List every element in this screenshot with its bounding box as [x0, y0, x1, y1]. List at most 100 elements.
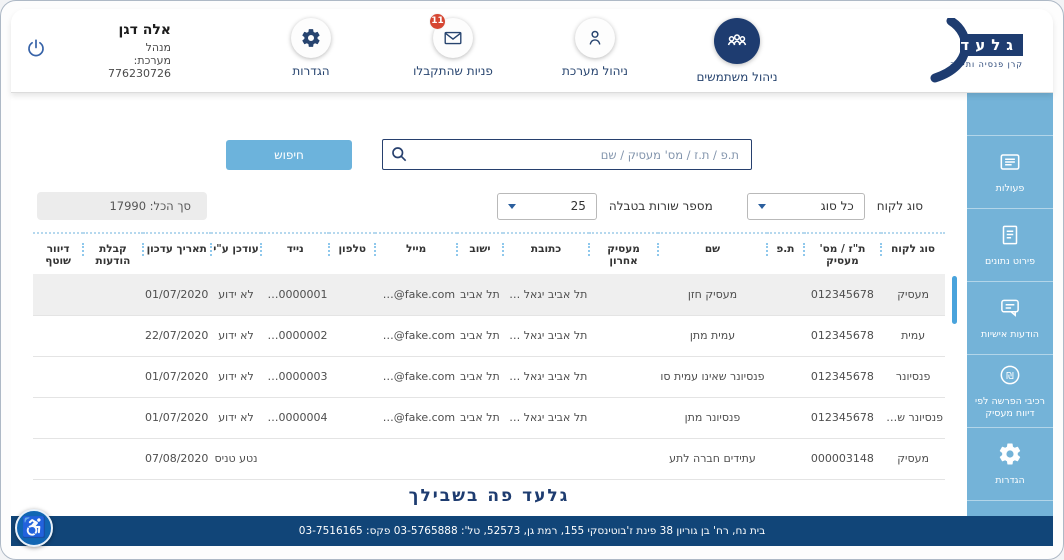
gear-icon — [291, 18, 331, 58]
table-cell — [33, 315, 83, 356]
table-row[interactable]: מעסיק012345678מעסיק חזןתל אביב יגאל אלון… — [33, 274, 945, 315]
sidebar-item-contribution-components[interactable]: ₪ רכיבי הפרשה לפי דיווח מעסיק — [967, 354, 1053, 427]
gear-icon — [997, 441, 1023, 471]
table-row[interactable]: עמית012345678עמית מתןתל אביב יגאל אלון 5… — [33, 315, 945, 356]
sidebar-item-actions[interactable]: פעולות — [967, 135, 1053, 208]
table-cell — [329, 356, 375, 397]
table-row[interactable]: פנסיונר012345678פנסיונר שאינו עמית סותל … — [33, 356, 945, 397]
svg-text:₪: ₪ — [1006, 370, 1014, 381]
table-cell: fake@fake.com — [375, 356, 457, 397]
nav-user-management[interactable]: ניהול משתמשים — [689, 18, 785, 84]
column-header[interactable]: מעסיק אחרון — [589, 233, 657, 274]
logo[interactable]: גלעד קרן פנסיה ותיקה — [915, 18, 1027, 84]
column-header[interactable]: ת.פ — [767, 233, 803, 274]
customer-type-label: סוג לקוח — [877, 199, 923, 213]
user-info: אלה דגן מנהל מערכת: 776230726 — [108, 22, 171, 80]
sidebar-item-label: הודעות אישיות — [978, 329, 1042, 341]
table-cell — [33, 397, 83, 438]
envelope-icon: 11 — [433, 18, 473, 58]
table-cell: לא ידוע — [211, 274, 261, 315]
nav-label: ניהול מערכת — [562, 64, 628, 78]
table-cell: 0500000001 — [261, 274, 329, 315]
sidebar-item-data-details[interactable]: פירוט נתונים — [967, 208, 1053, 281]
table-cell — [457, 438, 503, 479]
table-cell: עמית — [881, 315, 945, 356]
table-cell: לא ידוע — [211, 315, 261, 356]
table-cell — [329, 315, 375, 356]
side-menu: פעולות פירוט נתונים — [967, 93, 1053, 516]
rows-per-page-label: מספר שורות בטבלה — [609, 199, 713, 213]
table-cell — [83, 438, 142, 479]
customer-type-select[interactable]: כל סוג — [747, 193, 865, 220]
table-cell: תל אביב יגאל אלון 5 — [503, 397, 590, 438]
table-cell: 000003148 — [804, 438, 882, 479]
search-row: חיפוש — [33, 139, 945, 170]
nav-system-management[interactable]: ניהול מערכת — [547, 18, 643, 78]
table-cell: מעסיק חזן — [658, 274, 767, 315]
table-cell: 0500000002 — [261, 315, 329, 356]
user-role: מנהל מערכת: 776230726 — [108, 41, 171, 80]
table-cell: תל אביב — [457, 397, 503, 438]
inbox-badge: 11 — [429, 13, 446, 30]
sidebar-filler — [967, 500, 1053, 516]
data-details-icon — [997, 222, 1023, 252]
table-cell: פנסיונר — [881, 356, 945, 397]
table-cell — [503, 438, 590, 479]
search-box — [382, 139, 752, 170]
table-cell: 22/07/2020 — [143, 315, 211, 356]
accessibility-button[interactable]: ♿ — [15, 509, 53, 547]
sidebar-item-label: פעולות — [993, 183, 1028, 195]
person-icon — [575, 18, 615, 58]
table-cell: fake@fake.com — [375, 315, 457, 356]
column-header[interactable]: מייל — [375, 233, 457, 274]
table-cell — [375, 438, 457, 479]
table-cell: תל אביב — [457, 315, 503, 356]
rows-per-page-select[interactable]: 25 — [497, 193, 597, 220]
column-header[interactable]: שם — [658, 233, 767, 274]
table-row[interactable]: מעסיק000003148עתידים חברה לתענטע טניס07/… — [33, 438, 945, 479]
column-header[interactable]: ישוב — [457, 233, 503, 274]
table-scrollbar[interactable] — [952, 276, 957, 324]
power-icon — [24, 49, 48, 64]
column-header[interactable]: תאריך עדכון — [143, 233, 211, 274]
sidebar-item-personal-messages[interactable]: הודעות אישיות — [967, 281, 1053, 354]
customers-table: סוג לקוחת"ז / מס' מעסיקת.פשםמעסיק אחרוןכ… — [33, 232, 945, 480]
search-button[interactable]: חיפוש — [226, 140, 352, 170]
table-cell: 07/08/2020 — [143, 438, 211, 479]
table-cell: 012345678 — [804, 356, 882, 397]
table-cell: לא ידוע — [211, 397, 261, 438]
column-header[interactable]: נייד — [261, 233, 329, 274]
column-header[interactable]: כתובת — [503, 233, 590, 274]
nav-settings[interactable]: הגדרות — [263, 18, 359, 78]
column-header[interactable]: עודכן ע"י — [211, 233, 261, 274]
table-cell: נטע טניס — [211, 438, 261, 479]
logout-button[interactable] — [24, 37, 48, 64]
table-row[interactable]: פנסיונר שאינו עמית012345678פנסיונר מתןתל… — [33, 397, 945, 438]
column-header[interactable]: ת"ז / מס' מעסיק — [804, 233, 882, 274]
table-cell: עמית מתן — [658, 315, 767, 356]
logo-subtitle: קרן פנסיה ותיקה — [950, 60, 1023, 69]
table-cell: תל אביב — [457, 356, 503, 397]
user-name: אלה דגן — [108, 22, 171, 38]
rows-per-page-value: 25 — [571, 199, 586, 213]
nav-received-inquiries[interactable]: 11 פניות שהתקבלו — [405, 18, 501, 78]
nav-label: ניהול משתמשים — [696, 70, 777, 84]
table-cell — [767, 315, 803, 356]
table-cell: לא ידוע — [211, 356, 261, 397]
column-header[interactable]: סוג לקוח — [881, 233, 945, 274]
column-header[interactable]: קבלת הודעות — [83, 233, 142, 274]
table-cell — [33, 356, 83, 397]
column-header[interactable]: דיוור שוטף — [33, 233, 83, 274]
table-cell — [83, 397, 142, 438]
table-cell: fake@fake.com — [375, 274, 457, 315]
footer-address: בית נח, רח' בן גוריון 38 פינת ז'בוטינסקי… — [299, 525, 765, 537]
top-header: גלעד קרן פנסיה ותיקה ניהול משתמשים — [11, 9, 1053, 93]
table-cell — [589, 315, 657, 356]
table-cell — [261, 438, 329, 479]
table-cell: פנסיונר מתן — [658, 397, 767, 438]
sidebar-item-label: פירוט נתונים — [982, 256, 1038, 268]
table-wrap: סוג לקוחת"ז / מס' מעסיקת.פשםמעסיק אחרוןכ… — [33, 232, 945, 480]
search-input[interactable] — [382, 139, 752, 170]
sidebar-item-settings[interactable]: הגדרות — [967, 427, 1053, 500]
column-header[interactable]: טלפון — [329, 233, 375, 274]
